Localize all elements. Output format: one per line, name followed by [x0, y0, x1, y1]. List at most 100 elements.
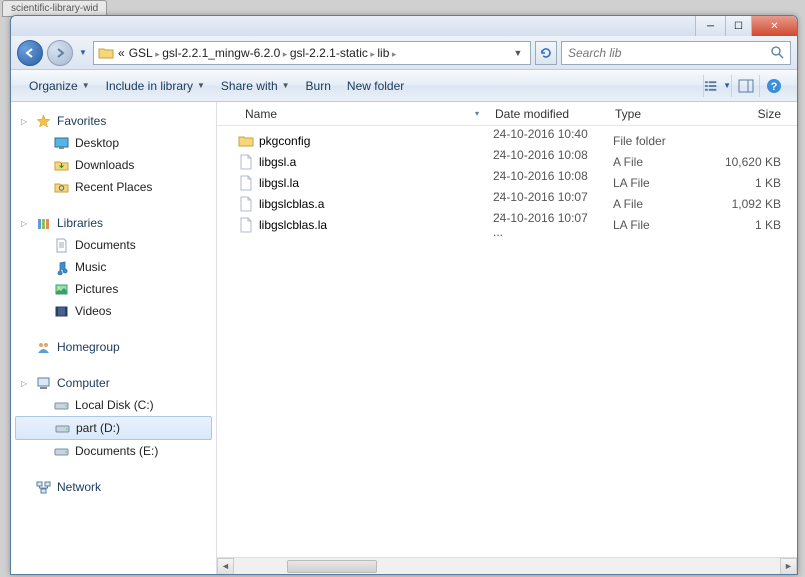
recent-icon [53, 179, 69, 195]
downloads-icon [53, 157, 69, 173]
breadcrumb-prefix: « [118, 46, 125, 60]
file-type: A File [605, 155, 720, 169]
horizontal-scrollbar[interactable]: ◄ ► [217, 557, 797, 574]
drive-icon [53, 443, 69, 459]
window-buttons: ─ ☐ ✕ [695, 16, 797, 36]
nav-videos[interactable]: Videos [11, 300, 216, 322]
organize-button[interactable]: Organize▼ [21, 75, 98, 97]
maximize-button[interactable]: ☐ [725, 16, 751, 36]
close-button[interactable]: ✕ [751, 16, 797, 36]
desktop-icon [53, 135, 69, 151]
search-box[interactable] [561, 41, 791, 65]
sort-indicator-icon: ▾ [475, 109, 479, 118]
nav-bar: ▼ « GSL ▸ gsl-2.2.1_mingw-6.2.0 ▸ gsl-2.… [11, 36, 797, 70]
file-list: pkgconfig24-10-2016 10:40 ...File folder… [217, 126, 797, 557]
titlebar: ─ ☐ ✕ [11, 16, 797, 36]
file-name: libgsl.a [259, 155, 296, 169]
file-type: File folder [605, 134, 720, 148]
file-size: 1 KB [720, 218, 797, 232]
homegroup-icon [35, 339, 51, 355]
computer-icon [35, 375, 51, 391]
breadcrumb-segment[interactable]: gsl-2.2.1-static [290, 46, 368, 60]
file-name: libgsl.la [259, 176, 299, 190]
file-icon [237, 154, 255, 170]
pictures-icon [53, 281, 69, 297]
nav-drive-c[interactable]: Local Disk (C:) [11, 394, 216, 416]
star-icon [35, 113, 51, 129]
computer-header[interactable]: ▷ Computer [11, 372, 216, 394]
file-icon [237, 217, 255, 233]
drive-icon [54, 420, 70, 436]
body: ▷ Favorites Desktop Downloads Recent Pla… [11, 102, 797, 574]
nav-pictures[interactable]: Pictures [11, 278, 216, 300]
network-icon [35, 479, 51, 495]
file-type: LA File [605, 218, 720, 232]
nav-recent[interactable]: Recent Places [11, 176, 216, 198]
file-type: A File [605, 197, 720, 211]
breadcrumb-segment[interactable]: gsl-2.2.1_mingw-6.2.0 [162, 46, 280, 60]
libraries-header[interactable]: ▷ Libraries [11, 212, 216, 234]
content-pane: Name▾ Date modified Type Size pkgconfig2… [217, 102, 797, 574]
explorer-window: ─ ☐ ✕ ▼ « GSL ▸ gsl-2.2.1_mingw-6.2.0 ▸ … [10, 15, 798, 575]
preview-pane-button[interactable] [731, 75, 759, 97]
favorites-header[interactable]: ▷ Favorites [11, 110, 216, 132]
refresh-button[interactable] [535, 41, 557, 65]
drive-icon [53, 397, 69, 413]
back-button[interactable] [17, 40, 43, 66]
nav-documents[interactable]: Documents [11, 234, 216, 256]
navigation-pane: ▷ Favorites Desktop Downloads Recent Pla… [11, 102, 217, 574]
chevron-right-icon[interactable]: ▸ [389, 49, 396, 59]
file-size: 1,092 KB [720, 197, 797, 211]
libraries-icon [35, 215, 51, 231]
videos-icon [53, 303, 69, 319]
scroll-thumb[interactable] [287, 560, 377, 573]
nav-drive-d[interactable]: part (D:) [15, 416, 212, 440]
nav-drive-e[interactable]: Documents (E:) [11, 440, 216, 462]
help-button[interactable]: ? [759, 75, 787, 97]
column-date[interactable]: Date modified [487, 107, 607, 121]
file-date: 24-10-2016 10:07 ... [485, 211, 605, 239]
toolbar: Organize▼ Include in library▼ Share with… [11, 70, 797, 102]
nav-downloads[interactable]: Downloads [11, 154, 216, 176]
breadcrumb-segment[interactable]: GSL [129, 46, 153, 60]
network-header[interactable]: Network [11, 476, 216, 498]
address-bar[interactable]: « GSL ▸ gsl-2.2.1_mingw-6.2.0 ▸ gsl-2.2.… [93, 41, 531, 65]
column-size[interactable]: Size [722, 107, 797, 121]
file-icon [237, 196, 255, 212]
chevron-right-icon[interactable]: ▸ [280, 49, 290, 59]
new-folder-button[interactable]: New folder [339, 75, 412, 97]
file-name: pkgconfig [259, 134, 310, 148]
documents-icon [53, 237, 69, 253]
history-dropdown[interactable]: ▼ [77, 43, 89, 63]
file-row[interactable]: libgslcblas.la24-10-2016 10:07 ...LA Fil… [217, 214, 797, 235]
music-icon [53, 259, 69, 275]
share-with-button[interactable]: Share with▼ [213, 75, 298, 97]
nav-desktop[interactable]: Desktop [11, 132, 216, 154]
scroll-right-button[interactable]: ► [780, 558, 797, 575]
file-size: 10,620 KB [720, 155, 797, 169]
chevron-right-icon[interactable]: ▸ [368, 49, 378, 59]
chevron-right-icon[interactable]: ▸ [153, 49, 163, 59]
svg-text:?: ? [770, 81, 777, 93]
minimize-button[interactable]: ─ [695, 16, 725, 36]
search-input[interactable] [568, 46, 771, 60]
column-type[interactable]: Type [607, 107, 722, 121]
view-button[interactable]: ▼ [703, 75, 731, 97]
column-name[interactable]: Name▾ [237, 107, 487, 121]
file-type: LA File [605, 176, 720, 190]
file-size: 1 KB [720, 176, 797, 190]
include-library-button[interactable]: Include in library▼ [98, 75, 213, 97]
nav-music[interactable]: Music [11, 256, 216, 278]
breadcrumb-segment[interactable]: lib [377, 46, 389, 60]
burn-button[interactable]: Burn [298, 75, 339, 97]
scroll-left-button[interactable]: ◄ [217, 558, 234, 575]
breadcrumb-row: GSL ▸ gsl-2.2.1_mingw-6.2.0 ▸ gsl-2.2.1-… [129, 46, 397, 60]
folder-icon [98, 45, 114, 61]
address-dropdown[interactable]: ▼ [510, 48, 526, 58]
search-icon [771, 46, 784, 59]
file-name: libgslcblas.a [259, 197, 324, 211]
folder-icon [237, 133, 255, 149]
forward-button[interactable] [47, 40, 73, 66]
file-icon [237, 175, 255, 191]
homegroup-header[interactable]: Homegroup [11, 336, 216, 358]
